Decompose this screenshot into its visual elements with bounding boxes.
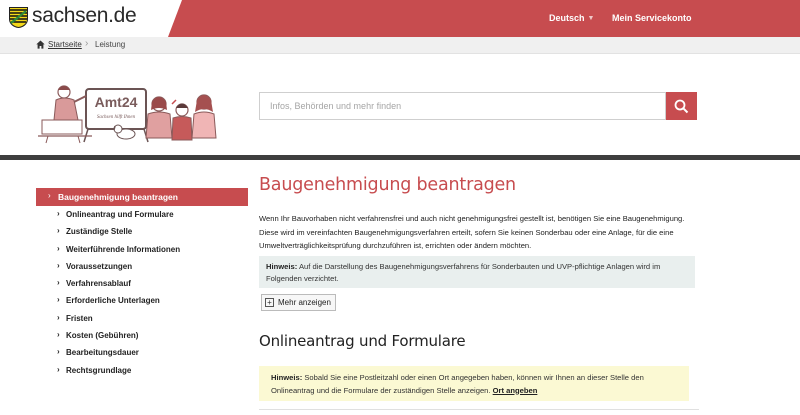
header-divider [0,155,800,160]
breadcrumb: Startseite › Leistung [0,37,800,54]
top-bar: sachsen.de Deutsch ▼ Mein Servicekonto [0,0,800,37]
sidebar-item-label: Verfahrensablauf [66,279,131,289]
sign-subtext: Sachsen hilft Ihnen [97,115,136,120]
language-selector[interactable]: Deutsch ▼ [549,13,594,23]
chevron-right-icon: › [57,364,60,374]
chevron-right-icon: › [57,226,60,236]
section-divider [259,409,699,410]
sidebar-item-label: Weiterführende Informationen [66,244,181,254]
search-button[interactable] [666,92,697,120]
sidebar-active-label: Baugenehmigung beantragen [58,192,178,202]
language-label: Deutsch [549,13,585,23]
sidebar-item-label: Rechtsgrundlage [66,365,132,375]
sidebar-item-label: Kosten (Gebühren) [66,331,139,341]
sidebar-item-zustaendige-stelle[interactable]: › Zuständige Stelle [57,223,247,240]
sidebar-item-verfahrensablauf[interactable]: › Verfahrensablauf [57,275,247,292]
breadcrumb-home-link[interactable]: Startseite [48,40,82,49]
hint-box-procedure: Hinweis: Auf die Darstellung des Baugene… [259,256,695,288]
section-title-onlineantrag: Onlineantrag und Formulare [259,332,466,350]
chevron-right-icon: › [57,243,60,253]
sidebar-item-weiterfuehrende-informationen[interactable]: › Weiterführende Informationen [57,241,247,258]
intro-text: Wenn Ihr Bauvorhaben nicht verfahrensfre… [259,214,685,250]
sidebar-item-label: Bearbeitungsdauer [66,348,139,358]
hint-label: Hinweis: [266,262,298,271]
hint-label: Hinweis: [271,373,303,382]
chevron-down-icon: ▼ [587,15,595,22]
chevron-right-icon: › [57,330,60,340]
site-name: sachsen.de [32,4,137,27]
search-input[interactable] [259,92,666,120]
chevron-right-icon: › [57,209,60,218]
sidebar-item-label: Zuständige Stelle [66,227,133,237]
chevron-right-icon: › [57,347,60,357]
hint-text: Sobald Sie eine Postleitzahl oder einen … [271,373,644,395]
chevron-right-icon: › [57,295,60,305]
sidebar-item-fristen[interactable]: › Fristen [57,310,247,327]
sidebar-item-active[interactable]: › Baugenehmigung beantragen [36,188,248,206]
chevron-right-icon: › [57,312,60,322]
chevron-right-icon: › [48,191,51,200]
sidebar-item-bearbeitungsdauer[interactable]: › Bearbeitungsdauer [57,344,247,361]
show-more-label: Mehr anzeigen [278,298,331,307]
sidebar-item-onlineantrag[interactable]: › Onlineantrag und Formulare [57,206,247,223]
saxony-crest-icon [9,7,28,28]
sidebar-nav: › Onlineantrag und Formulare › Zuständige … [57,206,247,379]
chevron-right-icon: › [57,260,60,270]
sidebar-item-label: Onlineantrag und Formulare [66,210,174,219]
chevron-right-icon: › [57,278,60,288]
search-icon [674,99,689,114]
home-icon [36,40,45,49]
sidebar-item-unterlagen[interactable]: › Erforderliche Unterlagen [57,292,247,309]
sidebar-item-rechtsgrundlage[interactable]: › Rechtsgrundlage [57,362,247,379]
set-location-link[interactable]: Ort angeben [493,386,538,395]
breadcrumb-current: Leistung [95,40,126,49]
sidebar-item-label: Erforderliche Unterlagen [66,296,160,306]
sidebar-item-label: Fristen [66,313,93,323]
sidebar-item-voraussetzungen[interactable]: › Voraussetzungen [57,258,247,275]
logo[interactable]: sachsen.de [0,0,182,37]
servicekonto-link[interactable]: Mein Servicekonto [612,13,692,23]
sign-text: Amt24 [95,94,138,110]
hint-box-location: Hinweis: Sobald Sie eine Postleitzahl od… [259,366,689,401]
amt24-illustration[interactable]: Amt24 Sachsen hilft Ihnen [34,80,224,144]
hint-text: Auf die Darstellung des Baugenehmigungsv… [266,262,661,283]
show-more-button[interactable]: + Mehr anzeigen [261,294,336,311]
sidebar-item-kosten[interactable]: › Kosten (Gebühren) [57,327,247,344]
sidebar-item-label: Voraussetzungen [66,261,133,271]
breadcrumb-separator-icon: › [85,38,89,49]
plus-icon: + [265,298,274,307]
page-title: Baugenehmigung beantragen [259,175,516,195]
